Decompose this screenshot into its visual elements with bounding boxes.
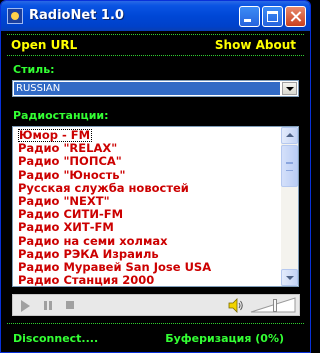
maximize-button[interactable]: [262, 6, 283, 27]
divider-status: [7, 323, 304, 324]
stations-label: Радиостанции:: [13, 109, 109, 122]
player-controls: [12, 294, 300, 316]
volume-thumb[interactable]: [273, 299, 277, 312]
buffering-status: Буферизация (0%): [165, 332, 284, 345]
title-bar[interactable]: RadioNet 1.0: [1, 1, 310, 31]
stations-listbox[interactable]: Юмор - FM Радио "RELAX" Радио "ПОПСА" Радио…: [12, 126, 299, 287]
scroll-up-icon[interactable]: [281, 127, 298, 144]
stop-icon[interactable]: [63, 299, 77, 312]
station-label: Радио Станция 2000: [18, 273, 155, 286]
station-label: Радио на семи холмах: [18, 233, 168, 248]
close-button[interactable]: [285, 6, 306, 27]
play-icon[interactable]: [19, 299, 33, 312]
window-title: RadioNet 1.0: [29, 8, 124, 23]
station-label: Русская служба новостей: [18, 180, 189, 195]
scroll-down-icon[interactable]: [281, 269, 298, 286]
station-label: Радио РЭКА Израиль: [18, 246, 159, 261]
speaker-icon[interactable]: [228, 298, 244, 313]
station-label: Радио "Юность": [18, 167, 126, 182]
minimize-button[interactable]: [239, 6, 260, 27]
station-label: Радио "RELAX": [18, 141, 118, 156]
style-label: Стиль:: [13, 63, 55, 76]
divider-top: [7, 34, 304, 35]
station-label: Радио Муравей San Jose USA: [18, 259, 212, 274]
station-label: Радио ХИТ-FM: [18, 220, 114, 235]
station-item[interactable]: Радио Станция 2000: [18, 273, 276, 286]
station-label: Радио "NEXT": [18, 193, 110, 208]
stations-list: Юмор - FM Радио "RELAX" Радио "ПОПСА" Радио…: [18, 129, 276, 286]
style-dropdown[interactable]: RUSSIAN: [12, 80, 299, 97]
volume-slider[interactable]: [250, 297, 296, 313]
radionet-window: RadioNet 1.0 Open URL Show About Стиль: …: [0, 0, 311, 353]
station-label: Радио "ПОПСА": [18, 154, 122, 169]
chevron-down-icon[interactable]: [282, 82, 297, 95]
open-url-link[interactable]: Open URL: [11, 38, 77, 52]
connection-status: Disconnect....: [13, 332, 99, 345]
show-about-link[interactable]: Show About: [215, 38, 296, 52]
stations-scrollbar[interactable]: [281, 127, 298, 286]
app-icon: [7, 8, 23, 24]
divider-menu: [7, 55, 304, 56]
scroll-thumb[interactable]: [281, 145, 298, 187]
pause-icon[interactable]: [41, 299, 55, 312]
station-label: Радио СИТИ-FM: [18, 207, 124, 222]
style-dropdown-value: RUSSIAN: [14, 82, 280, 95]
